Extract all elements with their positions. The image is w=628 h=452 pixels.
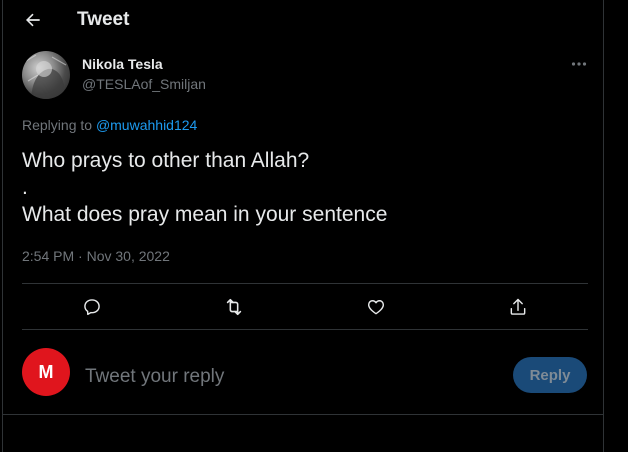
author-handle[interactable]: @TESLAof_Smiljan [82,76,206,92]
tweet-timestamp[interactable]: 2:54 PM · Nov 30, 2022 [22,248,170,264]
back-button[interactable] [21,8,45,32]
more-options-button[interactable] [569,56,589,72]
share-action-button[interactable] [507,296,529,318]
divider [22,283,588,284]
replying-to-link[interactable]: @muwahhid124 [96,117,197,133]
author-avatar[interactable] [22,51,70,99]
arrow-left-icon [26,13,40,27]
share-icon [510,298,526,315]
like-action-button[interactable] [365,296,387,318]
reply-button[interactable]: Reply [513,357,587,393]
author-name[interactable]: Nikola Tesla [82,56,163,72]
tweet-text: Who prays to other than Allah? . What do… [22,147,387,228]
divider [22,329,588,330]
reply-input[interactable] [83,362,487,392]
reply-action-button[interactable] [81,296,103,318]
heart-icon [367,300,385,315]
tweet-detail-column: Tweet Nikola Tesla @TESLAof_Smiljan Repl… [2,0,604,452]
current-user-avatar[interactable]: M [22,348,70,396]
tweet-line: . [22,176,28,199]
page-title: Tweet [77,9,130,30]
comment-icon [84,299,100,316]
more-horizontal-icon [571,62,587,66]
retweet-icon [226,298,242,316]
retweet-action-button[interactable] [223,296,245,318]
tweet-line: Who prays to other than Allah? [22,149,310,172]
tweet-line: What does pray mean in your sentence [22,203,388,226]
divider [3,414,603,415]
replying-to-line: Replying to @muwahhid124 [22,117,197,133]
replying-prefix: Replying to [22,117,96,133]
page-header: Tweet [3,0,603,42]
avatar-letter: M [38,361,54,382]
